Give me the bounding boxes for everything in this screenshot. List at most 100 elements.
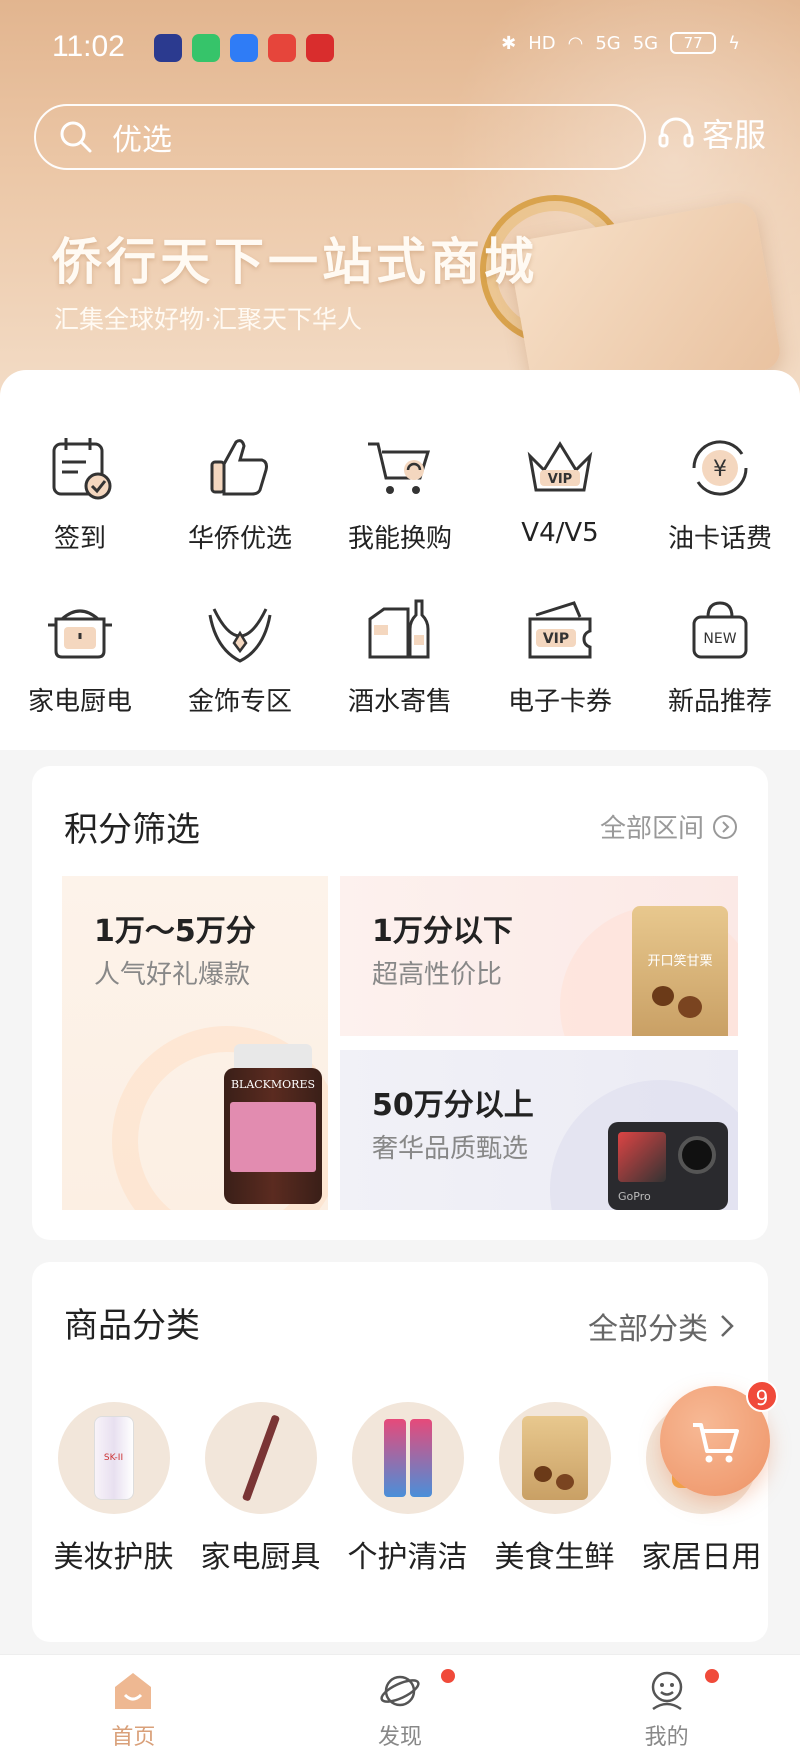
nav-home[interactable]: 首页 — [0, 1655, 267, 1760]
vip-ticket-icon: VIP — [528, 601, 592, 659]
tile-desc: 人气好礼爆款 — [94, 960, 251, 990]
message-notification-icon — [192, 34, 220, 62]
category-image: SK-II — [57, 1402, 170, 1514]
tile-title: 1万分以下 — [372, 914, 513, 949]
vip-crown-icon: VIP — [527, 441, 593, 492]
shortcut-gold[interactable]: 金饰专区 — [160, 593, 320, 718]
all-ranges-label: 全部区间 — [599, 814, 704, 844]
category-label: 美食生鲜 — [494, 1540, 615, 1575]
shortcut-panel: 签到 华侨优选 我能换购 VIP V4/V5 ¥ 油卡话费 家电厨电 金饰专区 … — [0, 370, 800, 750]
shortcut-grid: 签到 华侨优选 我能换购 VIP V4/V5 ¥ 油卡话费 家电厨电 金饰专区 … — [0, 430, 800, 718]
nav-profile[interactable]: 我的 — [533, 1655, 800, 1760]
bluetooth-icon: ✱ — [501, 32, 517, 54]
status-bar: 11:02 ✱ HD ◠ 5G 5G 77 ϟ — [0, 22, 800, 72]
cart-icon — [693, 1423, 739, 1463]
nav-discover[interactable]: 发现 — [267, 1655, 534, 1760]
new-text: NEW — [703, 631, 736, 647]
status-time: 11:02 — [52, 30, 125, 63]
calendar-check-icon — [52, 438, 112, 500]
category-label: 个护清洁 — [347, 1540, 468, 1575]
shortcut-fuel-phone[interactable]: ¥ 油卡话费 — [640, 430, 800, 555]
tile-desc: 超高性价比 — [372, 960, 503, 990]
battery-icon: 77 — [670, 32, 717, 54]
chevron-right-icon — [721, 1315, 734, 1337]
notification-dot — [440, 1669, 455, 1683]
shortcut-label: 华侨优选 — [187, 524, 292, 554]
thumbs-up-icon — [210, 439, 268, 496]
signal-icon: 5G — [595, 32, 621, 54]
points-tile-high[interactable]: 50万分以上 奢华品质甄选 GoPro — [340, 1050, 738, 1210]
vip-text: VIP — [548, 472, 572, 487]
wine-box-icon — [368, 599, 430, 659]
yuan-symbol: ¥ — [713, 457, 727, 482]
skii-bottle: SK-II — [93, 1416, 134, 1500]
shortcut-overseas-select[interactable]: 华侨优选 — [160, 430, 320, 555]
category-label: 美妆护肤 — [53, 1540, 174, 1575]
camera-image: GoPro — [608, 1122, 728, 1210]
shortcut-vip[interactable]: VIP V4/V5 — [480, 430, 640, 555]
category-image — [498, 1402, 611, 1514]
camera-brand: GoPro — [618, 1190, 651, 1203]
app-notification-icon — [268, 34, 296, 62]
chevron-circle-icon — [713, 814, 737, 839]
shortcut-exchange[interactable]: 我能换购 — [320, 430, 480, 555]
shortcut-label: 金饰专区 — [187, 687, 292, 717]
necklace-icon — [208, 608, 272, 663]
shortcut-wine[interactable]: 酒水寄售 — [320, 593, 480, 718]
rice-cooker-icon — [48, 609, 112, 659]
shortcut-ecards[interactable]: VIP 电子卡券 — [480, 593, 640, 718]
shortcut-label: 签到 — [53, 524, 106, 554]
tile-title: 50万分以上 — [372, 1088, 534, 1123]
shortcut-label: 新品推荐 — [667, 687, 772, 717]
product-name: 开口笑甘栗 — [647, 954, 713, 969]
cart-badge: 9 — [746, 1380, 778, 1412]
points-tile-low[interactable]: 1万分以下 超高性价比 开口笑甘栗 — [340, 876, 738, 1036]
tile-desc: 奢华品质甄选 — [372, 1134, 529, 1164]
category-beauty[interactable]: SK-II 美妆护肤 — [40, 1402, 187, 1576]
product-bottle-image: BLACKMORES — [224, 1044, 322, 1204]
nav-label: 发现 — [378, 1725, 423, 1750]
charging-icon: ϟ — [728, 32, 740, 54]
signal-icon: 5G — [632, 32, 659, 54]
search-placeholder: 优选 — [112, 123, 172, 158]
all-ranges-link[interactable]: 全部区间 — [600, 808, 738, 845]
shortcut-label: 电子卡券 — [507, 687, 612, 717]
home-icon — [115, 1673, 152, 1709]
wifi-icon: ◠ — [567, 32, 584, 54]
category-appliances[interactable]: 家电厨具 — [187, 1402, 334, 1576]
search-bar[interactable]: 优选 — [34, 104, 646, 170]
cart-exchange-icon — [368, 442, 431, 494]
category-card: 商品分类 全部分类 SK-II 美妆护肤 家电厨具 个护清洁 美食生鲜 家居日用 — [32, 1262, 768, 1642]
notification-icons — [154, 34, 334, 62]
category-food[interactable]: 美食生鲜 — [481, 1402, 628, 1576]
yuan-cycle-icon: ¥ — [692, 440, 748, 496]
shortcut-label: 我能换购 — [347, 524, 452, 554]
hd-label: HD — [528, 32, 556, 54]
points-filter-card: 积分筛选 全部区间 1万～5万分 人气好礼爆款 BLACKMORES 1万分以下… — [32, 766, 768, 1240]
status-indicators: ✱ HD ◠ 5G 5G 77 ϟ — [501, 32, 740, 54]
profile-icon — [651, 1671, 682, 1711]
product-brand: BLACKMORES — [230, 1078, 316, 1091]
shortcut-label: 油卡话费 — [667, 524, 772, 554]
shortcut-new[interactable]: NEW 新品推荐 — [640, 593, 800, 718]
vip-text: VIP — [543, 631, 569, 647]
banner-subtitle: 汇集全球好物·汇聚天下华人 — [54, 305, 362, 334]
customer-service-button[interactable]: 客服 — [656, 110, 766, 156]
shortcut-checkin[interactable]: 签到 — [0, 430, 160, 555]
all-categories-label: 全部分类 — [588, 1312, 708, 1347]
category-personal-care[interactable]: 个护清洁 — [334, 1402, 481, 1576]
new-bag-icon: NEW — [692, 601, 748, 659]
shortcut-appliances[interactable]: 家电厨电 — [0, 593, 160, 718]
points-tile-mid[interactable]: 1万～5万分 人气好礼爆款 BLACKMORES — [62, 876, 328, 1210]
category-title: 商品分类 — [64, 1306, 200, 1346]
category-label: 家居日用 — [641, 1540, 762, 1575]
category-label: 家电厨具 — [200, 1540, 321, 1575]
chestnut-bag-image: 开口笑甘栗 — [632, 906, 728, 1036]
category-image — [351, 1402, 464, 1514]
nav-label: 我的 — [644, 1725, 689, 1750]
planet-icon — [380, 1675, 420, 1707]
category-image — [204, 1402, 317, 1514]
headset-icon — [658, 117, 694, 148]
app-notification-icon — [154, 34, 182, 62]
all-categories-link[interactable]: 全部分类 — [588, 1304, 738, 1348]
